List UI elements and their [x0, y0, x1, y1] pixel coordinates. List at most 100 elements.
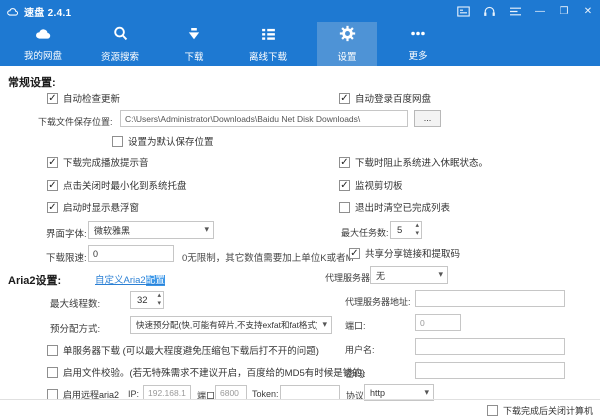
spinner-down-icon[interactable]: ▾: [157, 300, 161, 308]
clear-on-exit-checkbox[interactable]: 退出时清空已完成列表: [339, 200, 450, 214]
checkbox-icon: ✓: [47, 180, 58, 191]
chevron-down-icon: ▾: [424, 387, 429, 398]
customize-aria2-link[interactable]: 自定义Aria2配置: [95, 272, 165, 286]
tab-resource-search[interactable]: 资源搜索: [85, 22, 155, 66]
max-threads-spinner[interactable]: 32 ▴▾: [130, 291, 164, 309]
prealloc-label: 预分配方式:: [50, 321, 100, 335]
file-verify-checkbox[interactable]: 启用文件校验。(若无特殊需求不建议开启，百度给的MD5有时候是错的): [47, 365, 365, 379]
auto-update-checkbox[interactable]: ✓ 自动检查更新: [47, 91, 120, 105]
tab-offline-download[interactable]: 离线下载: [232, 22, 304, 66]
tab-label: 我的网盘: [24, 48, 62, 62]
footer-divider: [0, 399, 600, 400]
max-threads-label: 最大线程数:: [50, 296, 100, 310]
main-nav: 我的网盘 资源搜索 下载 离线下载: [0, 22, 600, 66]
chevron-down-icon: ▾: [204, 224, 209, 235]
max-tasks-spinner[interactable]: 5 ▴▾: [390, 221, 422, 239]
default-location-checkbox[interactable]: 设置为默认保存位置: [112, 134, 214, 148]
prevent-sleep-checkbox[interactable]: ✓ 下载时阻止系统进入休眠状态。: [339, 155, 488, 169]
checkbox-icon: ✓: [47, 93, 58, 104]
close-button[interactable]: ✕: [576, 0, 600, 22]
checkbox-label: 自动登录百度网盘: [355, 91, 431, 105]
tab-my-netdisk[interactable]: 我的网盘: [8, 22, 78, 66]
spinner-up-icon[interactable]: ▴: [157, 292, 161, 300]
download-icon: [186, 26, 202, 47]
auto-login-checkbox[interactable]: ✓ 自动登录百度网盘: [339, 91, 431, 105]
checkbox-label: 下载时阻止系统进入休眠状态。: [355, 155, 488, 169]
proxy-username-input[interactable]: [415, 338, 565, 355]
qr-code-icon[interactable]: [450, 0, 476, 22]
maximize-button[interactable]: ❐: [552, 0, 576, 22]
proxy-port-input[interactable]: [415, 314, 461, 331]
checkbox-label: 下载完成后关闭计算机: [503, 404, 593, 417]
checkbox-icon: [47, 345, 58, 356]
ui-font-label: 界面字体:: [46, 226, 87, 240]
checkbox-label: 设置为默认保存位置: [128, 134, 214, 148]
search-icon: [112, 25, 129, 47]
checkbox-label: 启用文件校验。(若无特殊需求不建议开启，百度给的MD5有时候是错的): [63, 365, 365, 379]
proxy-password-input[interactable]: [415, 362, 565, 379]
checkbox-icon: ✓: [339, 93, 350, 104]
checkbox-label: 单服务器下载 (可以最大程度避免压缩包下载后打不开的问题): [63, 343, 319, 357]
watch-clipboard-checkbox[interactable]: ✓ 监视剪切板: [339, 178, 403, 192]
gear-icon: [339, 25, 356, 47]
checkbox-label: 监视剪切板: [355, 178, 403, 192]
app-logo-cloud-icon: [6, 6, 19, 17]
ellipsis-icon: [409, 26, 427, 46]
remote-ip-input[interactable]: [143, 385, 191, 400]
checkbox-label: 共享分享链接和提取码: [365, 246, 460, 260]
checkbox-icon: ✓: [47, 157, 58, 168]
speed-limit-note: 0无限制，其它数值需要加上单位K或者M: [182, 250, 354, 264]
checkbox-icon: [487, 405, 498, 416]
select-value: http: [370, 388, 385, 398]
select-value: 微软雅黑: [94, 224, 130, 237]
tab-download[interactable]: 下载: [160, 22, 228, 66]
checkbox-icon: [112, 136, 123, 147]
link-text-highlight: 配置: [146, 275, 165, 286]
chevron-down-icon: ▾: [322, 319, 327, 330]
spinner-value: 32: [137, 295, 148, 306]
checkbox-icon: ✓: [349, 248, 360, 259]
tab-label: 下载: [184, 49, 203, 63]
proxy-port-label: 端口:: [345, 319, 366, 332]
spinner-value: 5: [397, 225, 402, 236]
select-value: 快速预分配(快,可能有碎片,不支持exfat和fat格式): [136, 319, 317, 331]
single-server-checkbox[interactable]: 单服务器下载 (可以最大程度避免压缩包下载后打不开的问题): [47, 343, 319, 357]
general-settings-heading: 常规设置:: [8, 74, 56, 90]
app-window: 速盘 2.4.1 — ❐ ✕: [0, 0, 600, 420]
list-icon: [260, 26, 277, 47]
proxy-server-select[interactable]: 无 ▾: [370, 266, 448, 284]
tab-settings[interactable]: 设置: [317, 22, 377, 66]
titlebar: 速盘 2.4.1 — ❐ ✕: [0, 0, 600, 22]
aria2-settings-heading: Aria2设置:: [8, 272, 61, 288]
play-sound-checkbox[interactable]: ✓ 下载完成播放提示音: [47, 155, 149, 169]
tab-label: 资源搜索: [101, 49, 139, 63]
tab-more[interactable]: 更多: [386, 22, 450, 66]
tab-label: 更多: [408, 48, 427, 62]
chevron-down-icon: ▾: [438, 269, 443, 280]
proxy-address-input[interactable]: [415, 290, 565, 307]
minimize-tray-checkbox[interactable]: ✓ 点击关闭时最小化到系统托盘: [47, 178, 187, 192]
browse-button[interactable]: ...: [414, 110, 441, 127]
share-links-checkbox[interactable]: ✓ 共享分享链接和提取码: [349, 246, 460, 260]
headset-icon[interactable]: [476, 0, 502, 22]
checkbox-icon: ✓: [339, 157, 350, 168]
ui-font-select[interactable]: 微软雅黑 ▾: [88, 221, 214, 239]
checkbox-icon: [339, 202, 350, 213]
shutdown-after-download-checkbox[interactable]: 下载完成后关闭计算机: [487, 404, 593, 417]
save-path-input[interactable]: [120, 110, 408, 127]
task-list-icon[interactable]: [502, 0, 528, 22]
remote-port-input[interactable]: [215, 385, 247, 400]
remote-ip-label: IP:: [128, 389, 139, 399]
spinner-down-icon[interactable]: ▾: [415, 230, 419, 238]
show-float-checkbox[interactable]: ✓ 启动时显示悬浮窗: [47, 200, 139, 214]
tab-label: 离线下载: [249, 49, 287, 63]
prealloc-select[interactable]: 快速预分配(快,可能有碎片,不支持exfat和fat格式) ▾: [130, 316, 332, 334]
checkbox-label: 点击关闭时最小化到系统托盘: [63, 178, 187, 192]
speed-limit-label: 下载限速:: [46, 250, 87, 264]
remote-token-input[interactable]: [280, 385, 340, 400]
max-tasks-label: 最大任务数:: [341, 226, 389, 239]
proxy-password-label: 密码:: [345, 367, 366, 380]
spinner-up-icon[interactable]: ▴: [415, 222, 419, 230]
minimize-button[interactable]: —: [528, 0, 552, 22]
speed-limit-input[interactable]: [88, 245, 174, 262]
